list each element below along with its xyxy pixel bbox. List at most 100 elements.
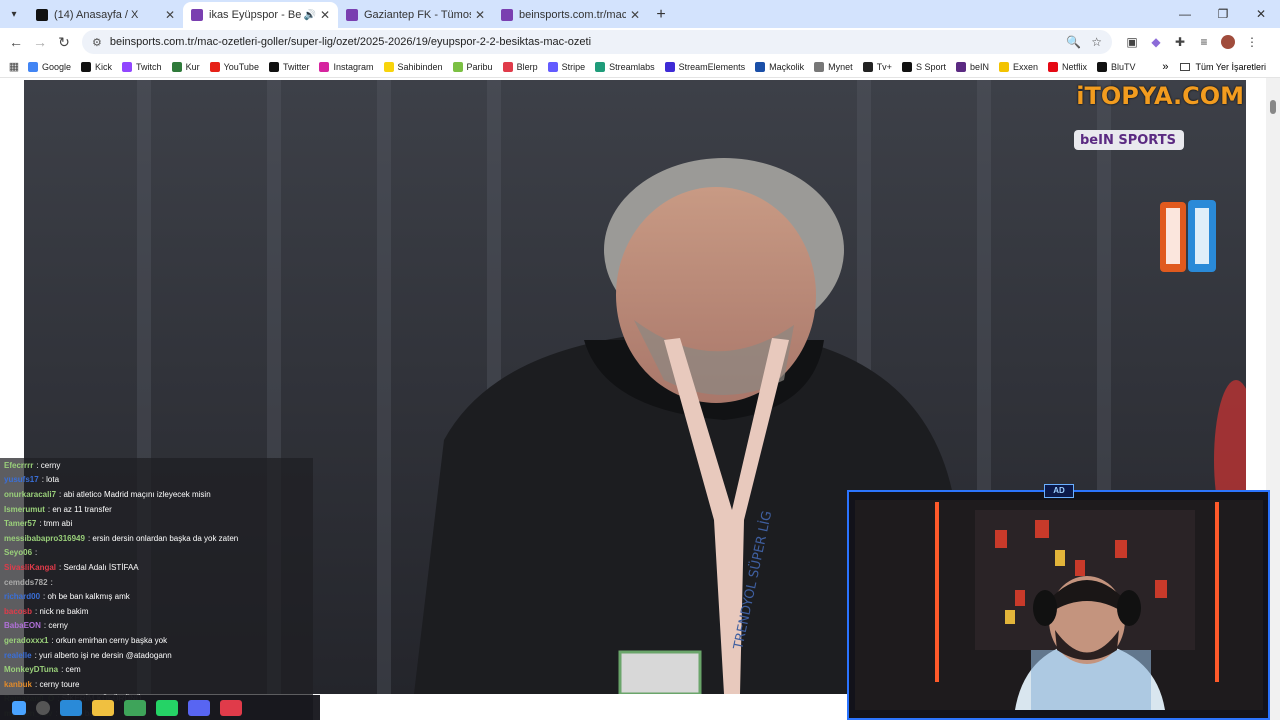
tab-bein-ozetler[interactable]: beinsports.com.tr/mac-ozetleri ✕	[493, 2, 648, 28]
back-icon[interactable]: ←	[4, 34, 28, 50]
close-icon[interactable]: ✕	[630, 8, 640, 22]
bookmark-item[interactable]: Exxen	[998, 61, 1038, 72]
chat-message: Ismerumut: en az 11 transfer	[0, 502, 313, 517]
discord-icon[interactable]	[188, 699, 210, 716]
reload-icon[interactable]: ↻	[52, 34, 76, 51]
close-icon[interactable]: ✕	[165, 8, 175, 22]
explorer-icon[interactable]	[92, 699, 114, 716]
chrome-icon[interactable]	[124, 699, 146, 716]
chat-text: : lota	[41, 475, 60, 485]
tab-eyupspor-besiktas[interactable]: ikas Eyüpspor - Beşiktaş Ma 🔊 ✕	[183, 2, 338, 28]
chat-username[interactable]: yusufs17	[4, 475, 39, 484]
bookmark-item[interactable]: BluTV	[1097, 61, 1136, 72]
chat-username[interactable]: bacosb	[4, 607, 32, 616]
search-icon[interactable]	[36, 700, 50, 715]
taskbar	[0, 695, 320, 720]
obs-icon[interactable]	[220, 699, 242, 716]
windows-start-icon[interactable]	[12, 700, 26, 715]
bookmark-item[interactable]: beIN	[955, 61, 989, 72]
x-favicon-icon	[36, 9, 48, 21]
bookmark-favicon-icon	[1048, 61, 1058, 72]
tab-gaziantep-konya[interactable]: Gaziantep FK - Tümosan Konya ✕	[338, 2, 493, 28]
chat-username[interactable]: Tamer57	[4, 519, 36, 528]
chat-username[interactable]: Efecrrrr	[4, 461, 33, 470]
bookmark-favicon-icon	[209, 61, 220, 72]
chat-username[interactable]: geradoxxx1	[4, 636, 48, 645]
chat-username[interactable]: richard00	[4, 592, 40, 601]
chat-username[interactable]: Ismerumut	[4, 505, 45, 514]
bookmark-item[interactable]: Stripe	[547, 61, 585, 72]
tab-search-icon[interactable]: ▾	[0, 0, 28, 28]
address-bar[interactable]: ⚙ beinsports.com.tr/mac-ozetleri-goller/…	[82, 30, 1112, 54]
extensions-puzzle-icon[interactable]: ✚	[1168, 35, 1192, 49]
extension-icon[interactable]: ▣	[1120, 35, 1144, 49]
chat-username[interactable]: realelle	[4, 651, 32, 660]
speaker-icon[interactable]: 🔊	[303, 10, 315, 21]
bookmark-item[interactable]: StreamElements	[664, 61, 745, 72]
bookmark-item[interactable]: Google	[28, 61, 71, 72]
chat-username[interactable]: messibabapro316949	[4, 534, 85, 543]
chat-username[interactable]: MonkeyDTuna	[4, 665, 58, 674]
zoom-icon[interactable]: 🔍	[1066, 35, 1081, 49]
chat-username[interactable]: SivasliKangal	[4, 563, 56, 572]
chat-message: bacosb: nick ne bakim	[0, 604, 313, 619]
profile-avatar[interactable]	[1221, 35, 1235, 49]
bookmark-favicon-icon	[862, 61, 873, 72]
bein-favicon-icon	[191, 9, 203, 21]
close-window-icon[interactable]: ✕	[1242, 0, 1280, 28]
maximize-icon[interactable]: ❐	[1204, 0, 1242, 28]
close-icon[interactable]: ✕	[475, 8, 485, 22]
close-icon[interactable]: ✕	[320, 8, 330, 22]
forward-icon[interactable]: →	[28, 34, 52, 50]
bookmark-item[interactable]: Sahibinden	[383, 61, 443, 72]
bookmark-item[interactable]: Blerp	[502, 61, 538, 72]
bookmark-favicon-icon	[122, 61, 133, 72]
minimize-icon[interactable]: —	[1166, 0, 1204, 28]
bookmark-item[interactable]: Twitter	[268, 61, 309, 72]
bookmark-item[interactable]: Streamlabs	[595, 61, 655, 72]
url-text[interactable]: beinsports.com.tr/mac-ozetleri-goller/su…	[110, 36, 1056, 48]
tab-title: ikas Eyüpspor - Beşiktaş Ma	[209, 9, 302, 21]
more-bookmarks-icon[interactable]: »	[1162, 61, 1168, 73]
bookmark-item[interactable]: Mynet	[814, 61, 853, 72]
edge-icon[interactable]	[60, 699, 82, 716]
bookmark-item[interactable]: Kick	[81, 61, 112, 72]
menu-icon[interactable]: ⋮	[1240, 35, 1264, 49]
bookmark-item[interactable]: Kur	[171, 61, 200, 72]
bookmark-favicon-icon	[268, 61, 279, 72]
bookmark-label: Mynet	[828, 61, 853, 72]
bookmark-label: beIN	[969, 61, 989, 72]
chat-username[interactable]: cemdds782	[4, 578, 48, 587]
bookmark-item[interactable]: Twitch	[122, 61, 162, 72]
site-info-icon[interactable]: ⚙	[92, 36, 102, 49]
chat-username[interactable]: Seyo06	[4, 548, 32, 557]
chat-text: : cerny	[43, 621, 68, 631]
extensions-area: ▣ ◆ ✚ ≡ ⋮	[1120, 35, 1264, 49]
tab-x[interactable]: (14) Anasayfa / X ✕	[28, 2, 183, 28]
bookmark-item[interactable]: YouTube	[209, 61, 259, 72]
all-bookmarks[interactable]: Tüm Yer İşaretleri	[1180, 62, 1266, 72]
bookmark-item[interactable]: Maçkolik	[755, 61, 804, 72]
whatsapp-icon[interactable]	[156, 699, 178, 716]
apps-grid-icon[interactable]: ▦	[0, 60, 28, 73]
folder-icon	[1180, 62, 1191, 71]
bookmark-item[interactable]: S Sport	[901, 61, 946, 72]
bookmark-label: Twitch	[136, 61, 162, 72]
chat-message: BabaEON: cerny	[0, 619, 313, 634]
bookmark-item[interactable]: Tv+	[862, 61, 892, 72]
reading-list-icon[interactable]: ≡	[1192, 35, 1216, 49]
bookmark-item[interactable]: Netflix	[1048, 61, 1087, 72]
chat-username[interactable]: onurkaracali7	[4, 490, 56, 499]
bookmark-list: Google Kick Twitch Kur YouTube Twitter Instagr…	[28, 61, 1146, 72]
extension-icon[interactable]: ◆	[1144, 35, 1168, 49]
bookmark-label: Blerp	[516, 61, 538, 72]
bookmarks-bar: ▦ Google Kick Twitch Kur YouTube Twitter Insta…	[0, 56, 1280, 78]
new-tab-button[interactable]: +	[648, 2, 674, 28]
scroll-thumb[interactable]	[1270, 100, 1276, 114]
chat-username[interactable]: BabaEON	[4, 621, 41, 630]
bookmark-item[interactable]: Instagram	[319, 61, 374, 72]
bookmark-favicon-icon	[955, 61, 966, 72]
bookmark-star-icon[interactable]: ☆	[1091, 35, 1102, 49]
chat-username[interactable]: kanbuk	[4, 680, 32, 689]
bookmark-item[interactable]: Paribu	[452, 61, 493, 72]
